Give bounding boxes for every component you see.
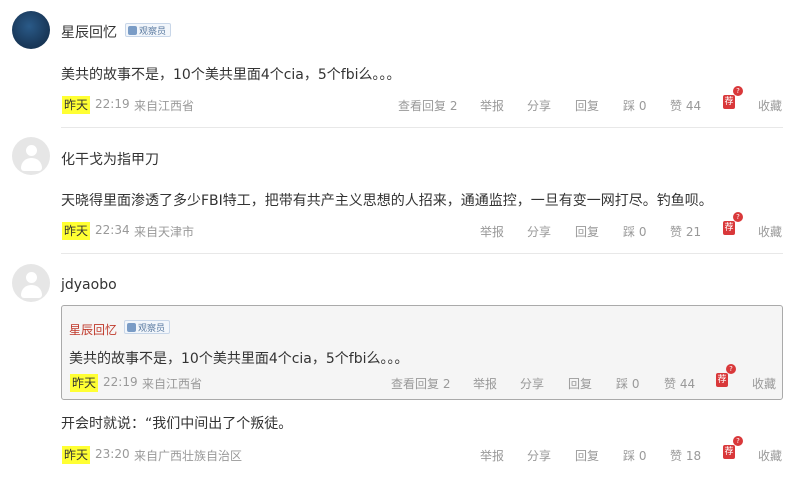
recommend-help-icon[interactable]: ? — [726, 364, 736, 374]
comment-text: 开会时就说：“我们中间出了个叛徒。 — [61, 416, 293, 432]
share-button[interactable]: 分享 — [527, 447, 551, 464]
dislike-label: 踩 — [623, 449, 636, 463]
quoted-location: 来自江西省 — [142, 377, 203, 391]
quoted-username[interactable]: 星辰回忆 — [69, 321, 117, 338]
like-button[interactable]: 赞 44 — [664, 375, 695, 392]
quoted-time: 22:19 — [103, 375, 138, 389]
observer-badge-label: 观察员 — [138, 323, 166, 334]
comment-location: 来自广西壮族自治区 — [134, 449, 243, 463]
dislike-count: 0 — [638, 449, 647, 463]
day-label: 昨天 — [62, 446, 91, 464]
observer-badge: 观察员 — [124, 320, 171, 334]
collect-button[interactable]: 收藏 — [758, 447, 782, 464]
reply-button[interactable]: 回复 — [575, 447, 599, 464]
avatar-body — [21, 285, 42, 298]
view-replies-count: 2 — [442, 377, 451, 391]
recommend-help-icon[interactable]: ? — [733, 436, 743, 446]
like-button[interactable]: 赞 18 — [670, 447, 701, 464]
like-count: 44 — [679, 377, 696, 391]
username[interactable]: jdyaobo — [61, 277, 117, 293]
like-count: 18 — [685, 449, 702, 463]
like-label: 赞 — [664, 377, 677, 391]
quoted-comment: 星辰回忆 观察员 美共的故事不是，10个美共里面4个cia，5个fbi么。。。 … — [61, 305, 783, 400]
recommend-icon[interactable]: 荐 — [716, 373, 728, 387]
view-replies-label: 查看回复 — [391, 377, 440, 391]
dislike-button[interactable]: 踩 0 — [623, 447, 646, 464]
reply-button[interactable]: 回复 — [568, 375, 592, 392]
report-button[interactable]: 举报 — [480, 447, 504, 464]
avatar-head — [26, 272, 37, 283]
avatar-default-icon[interactable] — [12, 264, 50, 302]
view-replies-button[interactable]: 查看回复 2 — [391, 375, 450, 392]
report-button[interactable]: 举报 — [473, 375, 497, 392]
observer-badge-icon — [127, 322, 136, 332]
quoted-text: 美共的故事不是，10个美共里面4个cia，5个fbi么。。。 — [69, 351, 409, 367]
day-label: 昨天 — [70, 374, 99, 392]
like-label: 赞 — [670, 449, 683, 463]
comment-3: jdyaobo 星辰回忆 观察员 美共的故事不是，10个美共里面4个cia，5个… — [0, 0, 798, 483]
dislike-label: 踩 — [616, 377, 629, 391]
comment-time: 23:20 — [95, 447, 130, 461]
recommend-icon[interactable]: 荐 — [723, 445, 735, 459]
share-button[interactable]: 分享 — [520, 375, 544, 392]
collect-button[interactable]: 收藏 — [752, 375, 776, 392]
dislike-button[interactable]: 踩 0 — [616, 375, 639, 392]
dislike-count: 0 — [631, 377, 640, 391]
